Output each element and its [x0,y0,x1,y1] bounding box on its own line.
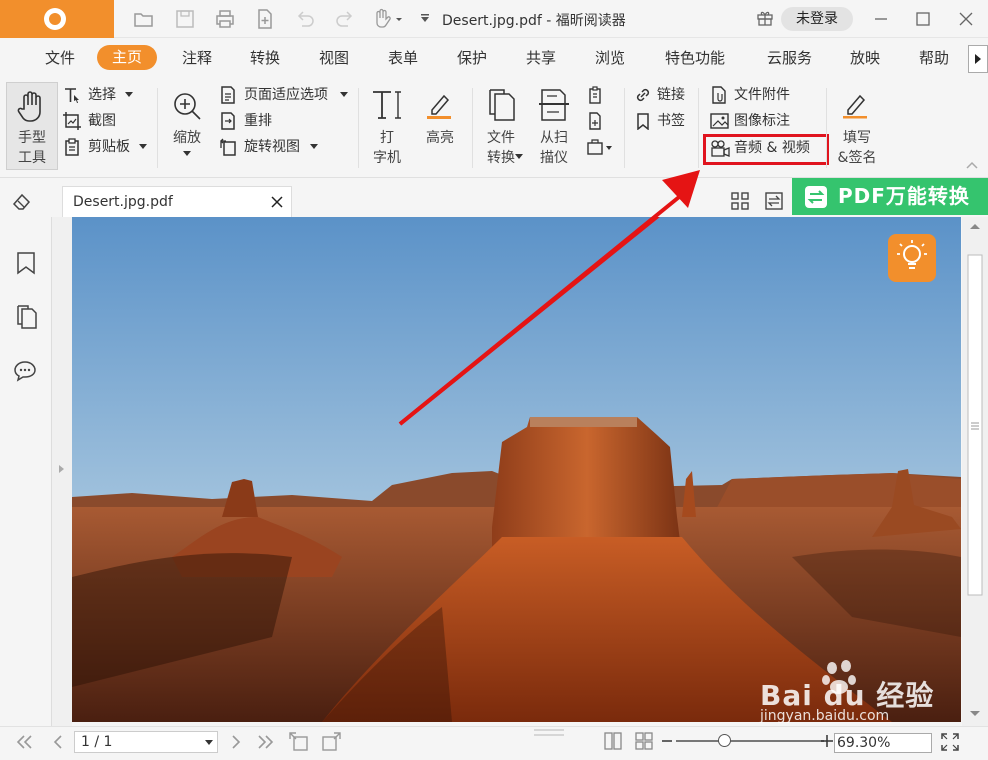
fullscreen-icon[interactable] [940,732,960,752]
prev-view-icon[interactable] [288,731,310,753]
last-page-icon[interactable] [256,733,276,751]
zoom-slider-track[interactable] [676,740,824,742]
watermark-url: jingyan.baidu.com [760,708,890,724]
next-view-icon[interactable] [320,731,342,753]
zoom-field[interactable]: 69.30% [834,733,932,753]
continuous-page-icon[interactable] [634,731,654,751]
page-number-field[interactable]: 1 / 1 [74,731,218,753]
red-arrow [398,170,700,426]
page-number-value: 1 / 1 [81,734,113,750]
page-dropdown-icon[interactable] [205,740,213,746]
zoom-slider-knob[interactable] [718,734,731,747]
baidu-watermark: Bai du 经验 jingyan.baidu.com [760,660,960,726]
zoom-value: 69.30% [837,735,891,751]
zoom-in-icon[interactable] [821,735,833,747]
resize-grip-icon[interactable] [534,728,564,738]
tips-bulb-button[interactable] [888,234,936,282]
zoom-out-icon[interactable] [662,740,672,742]
vertical-scrollbar[interactable] [962,217,988,726]
prev-page-icon[interactable] [48,733,68,751]
first-page-icon[interactable] [14,733,34,751]
next-page-icon[interactable] [226,733,246,751]
single-page-icon[interactable] [603,731,623,751]
